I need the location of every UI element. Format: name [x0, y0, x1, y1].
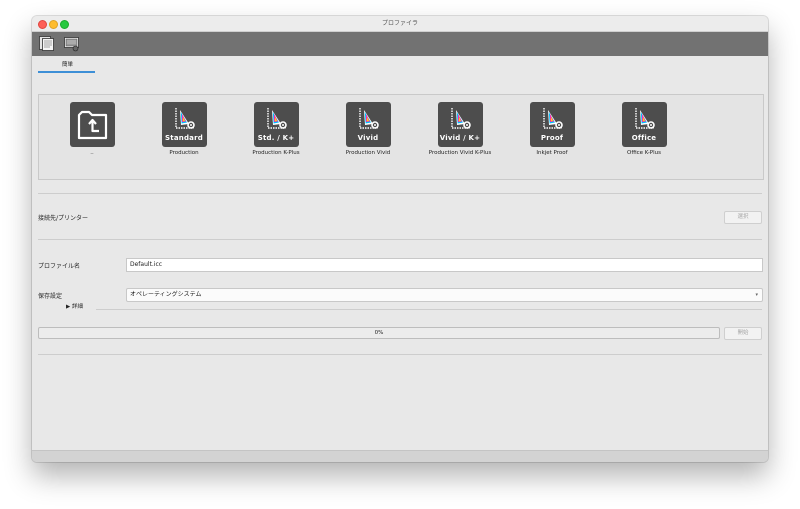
preset-label: Production: [169, 150, 199, 156]
color-profile-icon: [634, 108, 655, 129]
start-button[interactable]: 開始: [724, 327, 762, 340]
color-profile-icon: [174, 108, 195, 129]
progress-bar: 0%: [38, 327, 720, 339]
color-profile-icon: [450, 108, 471, 129]
save-settings-value: オペレーティングシステム: [130, 291, 202, 298]
color-profile-icon: [358, 108, 379, 129]
connection-label: 接続先/プリンター: [38, 215, 89, 222]
preset-tile: Proof: [529, 102, 575, 147]
preset-production-k-plus[interactable]: Std. / K+ Production K-Plus: [236, 102, 316, 156]
chevron-down-icon: ▾: [755, 292, 758, 298]
preset-office-k-plus[interactable]: Office Office K-Plus: [604, 102, 684, 156]
progress-text: 0%: [374, 330, 384, 336]
profiler-window: プロファイラ 簡単 .. Standard Production Std. / …: [32, 16, 768, 462]
preset-production[interactable]: Standard Production: [144, 102, 224, 156]
save-settings-select[interactable]: オペレーティングシステム ▾: [126, 288, 763, 302]
active-tab-indicator: [38, 71, 95, 73]
profile-name-label: プロファイル名: [38, 263, 81, 270]
preset-label: Inkjet Proof: [536, 150, 568, 156]
title-bar: プロファイラ: [32, 16, 768, 32]
preset-label: ..: [90, 150, 94, 156]
preset-tag: Proof: [540, 134, 564, 142]
profile-name-input[interactable]: Default.icc: [126, 258, 763, 272]
preset-tile: Vivid / K+: [437, 102, 483, 147]
preset-label: Office K-Plus: [626, 150, 661, 156]
preset-tag: Vivid: [357, 134, 379, 142]
toolbar: [32, 32, 768, 56]
status-bar: [32, 450, 768, 462]
preset-tile: Vivid: [345, 102, 391, 147]
divider: [38, 354, 762, 355]
profile-page-button[interactable]: [38, 35, 55, 52]
divider: [38, 193, 762, 194]
preset-tag: Std. / K+: [257, 134, 295, 142]
tab-bar: 簡単: [32, 56, 768, 76]
preset-label: Production Vivid: [345, 150, 391, 156]
preset-tile: Std. / K+: [253, 102, 299, 147]
preset-tile: Standard: [161, 102, 207, 147]
preset-tag: Vivid / K+: [439, 134, 481, 142]
details-divider: [96, 309, 762, 310]
folder-up-icon: [77, 110, 107, 140]
preset-production-vivid[interactable]: Vivid Production Vivid: [328, 102, 408, 156]
select-printer-button[interactable]: 選択: [724, 211, 762, 224]
preset-tile: Office: [621, 102, 667, 147]
divider: [38, 239, 762, 240]
preset-inkjet-proof[interactable]: Proof Inkjet Proof: [512, 102, 592, 156]
tab-simple[interactable]: 簡単: [40, 60, 95, 68]
printer-settings-button[interactable]: [63, 35, 80, 52]
details-disclosure[interactable]: ▶ 詳細: [66, 302, 83, 310]
printer-settings-icon: [64, 37, 79, 52]
color-profile-icon: [542, 108, 563, 129]
preset-group: .. Standard Production Std. / K+ Product…: [38, 94, 764, 180]
preset-parent-folder[interactable]: ..: [52, 102, 132, 156]
preset-tag: Office: [631, 134, 657, 142]
preset-label: Production Vivid K-Plus: [428, 150, 492, 156]
preset-label: Production K-Plus: [252, 150, 300, 156]
preset-tile: [69, 102, 115, 147]
color-profile-icon: [266, 108, 287, 129]
save-settings-label: 保存設定: [38, 293, 63, 300]
preset-tag: Standard: [165, 134, 203, 142]
window-title: プロファイラ: [381, 20, 418, 27]
preset-production-vivid-k-plus[interactable]: Vivid / K+ Production Vivid K-Plus: [420, 102, 500, 156]
profile-page-icon: [39, 36, 54, 51]
